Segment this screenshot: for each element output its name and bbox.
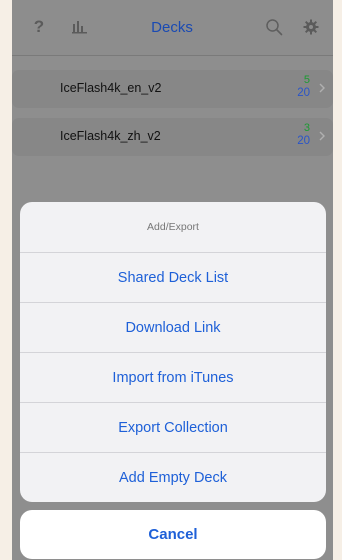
page-title: Decks	[151, 18, 193, 36]
navbar: ? Decks	[12, 0, 333, 56]
deck-name: IceFlash4k_zh_v2	[60, 129, 161, 143]
chevron-right-icon	[319, 83, 325, 93]
action-sheet: Add/Export Shared Deck List Download Lin…	[20, 202, 326, 502]
cancel-button[interactable]: Cancel	[20, 510, 326, 559]
due-count: 3	[303, 122, 310, 134]
shared-deck-list-button[interactable]: Shared Deck List	[20, 252, 326, 302]
deck-name: IceFlash4k_en_v2	[60, 81, 162, 95]
export-collection-button[interactable]: Export Collection	[20, 402, 326, 452]
stats-icon[interactable]	[70, 14, 90, 40]
deck-row[interactable]: IceFlash4k_zh_v2 3 20	[12, 118, 333, 156]
action-sheet-title: Add/Export	[147, 221, 199, 233]
due-count: 5	[303, 74, 310, 86]
add-empty-deck-button[interactable]: Add Empty Deck	[20, 452, 326, 502]
help-icon[interactable]: ?	[30, 14, 48, 40]
new-count: 20	[297, 87, 310, 99]
search-icon[interactable]	[262, 14, 286, 40]
download-link-button[interactable]: Download Link	[20, 302, 326, 352]
app-screen: ? Decks IceFlash4k_en_v2 5 20 IceFlash4k…	[12, 0, 333, 560]
chevron-right-icon	[319, 131, 325, 141]
gear-icon[interactable]	[299, 14, 323, 40]
deck-row[interactable]: IceFlash4k_en_v2 5 20	[12, 70, 333, 108]
import-from-itunes-button[interactable]: Import from iTunes	[20, 352, 326, 402]
new-count: 20	[297, 135, 310, 147]
